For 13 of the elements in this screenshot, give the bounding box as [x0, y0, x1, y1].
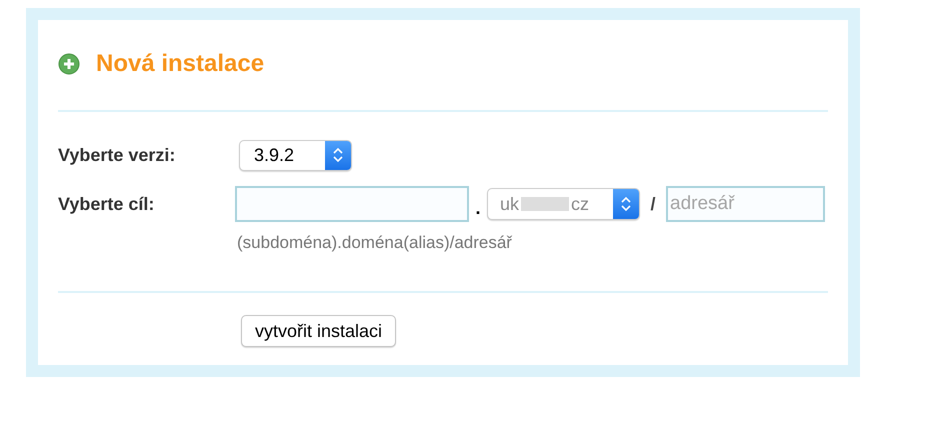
section-title: Nová instalace	[96, 50, 264, 78]
stepper-icon	[333, 147, 343, 163]
subdomain-field[interactable]	[235, 186, 469, 222]
hint-text: (subdoména).doména(alias)/adresář	[237, 233, 514, 253]
directory-field[interactable]: adresář	[666, 186, 825, 222]
version-select[interactable]: 3.9.2	[239, 140, 352, 170]
slash-separator: /	[649, 194, 656, 214]
field-label: Vyberte cíl:	[57, 194, 156, 214]
add-icon	[58, 53, 80, 75]
dot-separator: .	[474, 198, 482, 218]
field-label: Vyberte verzi:	[57, 144, 176, 166]
stepper-icon	[621, 196, 631, 212]
create-button[interactable]: vytvořit instalaci	[241, 315, 396, 347]
